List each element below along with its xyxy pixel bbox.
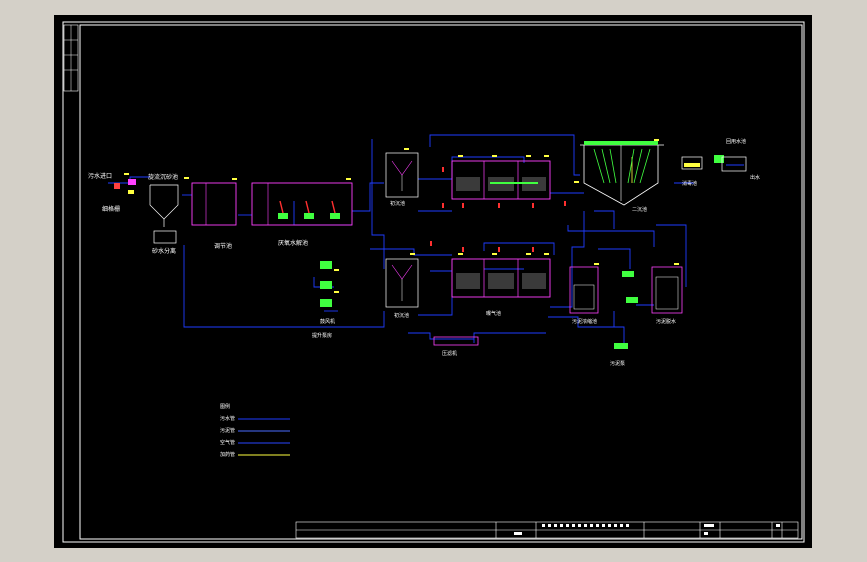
regulating-tank: [191, 182, 237, 226]
sludge-pumps: [614, 271, 638, 349]
label-outlet: 出水: [750, 174, 760, 181]
sand-separator: [153, 230, 177, 244]
filter-press: [433, 336, 479, 346]
outlet-well: [721, 156, 747, 172]
label-primary-top: 初沉池: [390, 200, 405, 207]
legend-item-3: 空气管: [220, 439, 235, 446]
label-sludge-pump: 污泥泵: [610, 360, 625, 367]
sand-chamber: [149, 184, 179, 227]
secondary-clarifier: [580, 141, 664, 206]
label-disinfect: 消毒池: [682, 180, 697, 187]
cad-viewport[interactable]: 污水进口 细格栅 旋流沉砂池 砂水分离 调节池 厌氧水解池 初沉池 初沉池 鼓风…: [54, 15, 812, 548]
aeration-tank-bottom: [451, 258, 551, 298]
process-flow-diagram: 污水进口 细格栅 旋流沉砂池 砂水分离 调节池 厌氧水解池 初沉池 初沉池 鼓风…: [62, 21, 805, 543]
label-dewater: 污泥脱水: [656, 318, 676, 325]
legend-item-4: 加药管: [220, 451, 235, 458]
tag-markers: [124, 139, 679, 293]
label-hydrolysis: 厌氧水解池: [278, 239, 308, 247]
label-regulating: 调节池: [214, 242, 232, 250]
label-secondary: 二沉池: [632, 206, 647, 213]
label-sand: 旋流沉砂池: [148, 173, 178, 181]
title-block: [295, 521, 799, 539]
binding-strip-cells: [64, 25, 78, 91]
title-block-ticks: [514, 524, 780, 535]
label-sand-sludge: 砂水分离: [152, 247, 176, 255]
label-reuse: 回用水池: [726, 138, 746, 145]
aeration-tank-top: [451, 160, 551, 200]
label-inlet: 污水进口: [88, 172, 112, 180]
lift-pumps: [320, 261, 332, 307]
label-aeration: 曝气池: [486, 310, 501, 317]
label-filter-press: 压滤机: [442, 350, 457, 357]
legend-title: 图例: [220, 403, 230, 410]
legend: 图例 污水管 污泥管 空气管 加药管: [220, 403, 290, 458]
sewage-pipes: [108, 134, 744, 348]
legend-item-2: 污泥管: [220, 427, 235, 434]
inner-frame: [79, 24, 803, 540]
dosing-unit: [714, 155, 724, 163]
label-blower: 鼓风机: [320, 318, 335, 325]
label-primary-bottom: 初沉池: [394, 312, 409, 319]
outer-frame: [62, 21, 805, 543]
hydrolysis-mixers: [278, 200, 340, 219]
inlet-pump-group: [114, 179, 136, 194]
dewater-tank: [651, 266, 683, 314]
label-screen: 细格栅: [102, 205, 120, 213]
label-pumphouse: 提升泵房: [312, 332, 332, 339]
legend-item-1: 污水管: [220, 415, 235, 422]
label-sludge-tank: 污泥浓缩池: [572, 318, 597, 325]
primary-clarifier-bottom: [385, 258, 419, 308]
primary-clarifier-top: [385, 152, 419, 198]
